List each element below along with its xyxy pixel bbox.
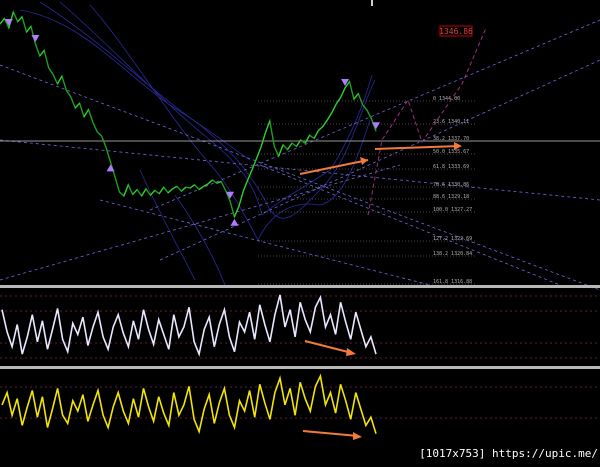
fib-level-label: 161.8 1316.88 [433, 279, 472, 285]
watermark-text: [1017x753] https://upic.me/ [419, 447, 598, 460]
fib-level-label: 78.6 1330.86 [433, 182, 469, 188]
fib-level-label: 38.2 1337.70 [433, 136, 469, 142]
panel-separator-2 [0, 366, 600, 369]
chart-svg: 0 1344.00 23.6 1340.11 38.2 1337.70 50.0 13… [0, 0, 600, 463]
price-tag-label: 1346.86 [439, 27, 473, 36]
fib-level-label: 23.6 1340.11 [433, 119, 469, 125]
chart-area: 0 1344.00 23.6 1340.11 38.2 1337.70 50.0 13… [0, 0, 600, 463]
fib-level-label: 100.0 1327.27 [433, 207, 472, 213]
fib-level-label: 127.2 1322.69 [433, 236, 472, 242]
fib-level-label: 88.6 1329.18 [433, 194, 469, 200]
panel-separator-1 [0, 285, 600, 288]
fib-level-label: 50.0 1335.67 [433, 149, 469, 155]
fib-level-label: 138.2 1320.84 [433, 251, 472, 257]
fib-level-label: 0 1344.00 [433, 96, 460, 102]
fib-level-label: 61.8 1333.69 [433, 164, 469, 170]
